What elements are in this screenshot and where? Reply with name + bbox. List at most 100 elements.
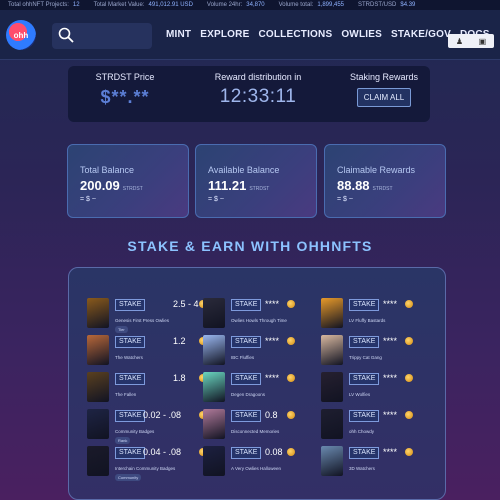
collection-thumbnail[interactable] [203, 446, 225, 476]
stake-button[interactable]: STAKE [115, 447, 146, 459]
ticker-strdst-usd: STRDST/USD $4.39 [358, 2, 416, 8]
reward-rate: **** [383, 336, 398, 346]
collection-name: The Watchers [115, 355, 143, 360]
nav-explore[interactable]: EXPLORE [200, 29, 249, 40]
main-nav: MINT EXPLORE COLLECTIONS OWLIES STAKE/GO… [166, 29, 490, 40]
market-ticker: Total ohhNFT Projects: 12 Total Market Va… [0, 0, 500, 10]
reward-rate: **** [265, 336, 280, 346]
collection-tag-select[interactable]: Rank [115, 437, 131, 444]
collection-name: Owlies Howls Through Time [231, 318, 287, 323]
collection-item: STAKE **** Owlies Howls Through Time [203, 298, 315, 334]
stake-button[interactable]: STAKE [231, 336, 262, 348]
claim-all-button[interactable]: CLAIM ALL [356, 88, 412, 107]
account-controls: ♟ ▣ [448, 34, 494, 48]
reward-rate: 0.04 - .08 [143, 447, 182, 457]
claimable-rewards-card: Claimable Rewards 88.88 STRDST = $ ~ [324, 144, 446, 218]
card-title: Claimable Rewards [337, 165, 416, 175]
collection-item: STAKE **** LV Wolfies [321, 372, 433, 408]
stake-button[interactable]: STAKE [115, 373, 146, 385]
collection-item: STAKE **** Degen Dragoons [203, 372, 315, 408]
strdst-coin-icon [405, 300, 413, 308]
stake-button[interactable]: STAKE [349, 336, 380, 348]
collection-thumbnail[interactable] [321, 446, 343, 476]
reward-distribution-label: Reward distribution in [214, 72, 302, 82]
reward-rate: 0.8 [265, 410, 278, 420]
collection-thumbnail[interactable] [321, 298, 343, 328]
strdst-coin-icon [405, 411, 413, 419]
collections-panel: STAKE 2.5 - 4 Genesis First Press Owlies Ti… [68, 267, 446, 500]
collection-name: LV Fluffy Bastards [349, 318, 386, 323]
available-balance-card: Available Balance 111.21 STRDST = $ ~ [195, 144, 317, 218]
collection-name: Community Badges [115, 429, 155, 434]
card-usd: = $ ~ [337, 196, 353, 203]
reward-countdown: 12:33:11 [219, 86, 297, 107]
collection-tag-select[interactable]: Community [115, 474, 142, 481]
collection-name: Degen Dragoons [231, 392, 266, 397]
ticker-projects: Total ohhNFT Projects: 12 [8, 2, 80, 8]
collection-thumbnail[interactable] [87, 372, 109, 402]
collection-thumbnail[interactable] [87, 409, 109, 439]
stake-button[interactable]: STAKE [231, 410, 262, 422]
collection-thumbnail[interactable] [321, 335, 343, 365]
lock-icon[interactable]: ▣ [479, 37, 487, 46]
user-icon[interactable]: ♟ [456, 37, 463, 46]
strdst-price-value: $**.** [100, 87, 150, 107]
collection-thumbnail[interactable] [321, 409, 343, 439]
search-icon[interactable] [58, 27, 74, 43]
collection-name: Interchain Community Badges [115, 466, 176, 471]
collection-thumbnail[interactable] [203, 409, 225, 439]
collection-thumbnail[interactable] [321, 372, 343, 402]
collection-name: A Very Owlies Halloween [231, 466, 282, 471]
collection-tag-select[interactable]: Tier [115, 326, 128, 333]
collection-thumbnail[interactable] [203, 335, 225, 365]
reward-rate: **** [383, 410, 398, 420]
stake-button[interactable]: STAKE [349, 299, 380, 311]
strdst-coin-icon [287, 337, 295, 345]
collection-name: IBC Fluffies [231, 355, 255, 360]
total-balance-card: Total Balance 200.09 STRDST = $ ~ [67, 144, 189, 218]
nav-owlies[interactable]: OWLIES [341, 29, 382, 40]
reward-rate: 1.2 [173, 336, 186, 346]
nav-stake-gov[interactable]: STAKE/GOV [391, 29, 451, 40]
collection-thumbnail[interactable] [87, 446, 109, 476]
card-amount: 200.09 STRDST [80, 178, 143, 193]
collection-item: STAKE **** Trippy Cat Gang [321, 335, 433, 371]
search-box[interactable] [52, 23, 152, 49]
strdst-coin-icon [405, 448, 413, 456]
staking-summary: STRDST Price $**.** Reward distribution … [68, 66, 430, 122]
collection-item: STAKE 0.8 Disconnected Memories [203, 409, 315, 445]
collection-item: STAKE 0.08 A Very Owlies Halloween [203, 446, 315, 482]
reward-rate: 2.5 - 4 [173, 299, 199, 309]
stake-button[interactable]: STAKE [349, 373, 380, 385]
stake-button[interactable]: STAKE [349, 410, 380, 422]
collection-thumbnail[interactable] [87, 298, 109, 328]
collection-name: Genesis First Press Owlies [115, 318, 170, 323]
nav-collections[interactable]: COLLECTIONS [258, 29, 332, 40]
stake-button[interactable]: STAKE [115, 299, 146, 311]
strdst-coin-icon [405, 374, 413, 382]
stake-button[interactable]: STAKE [115, 336, 146, 348]
collection-item: STAKE **** 3D Watchers [321, 446, 433, 482]
top-header: ohh MINT EXPLORE COLLECTIONS OWLIES STAK… [0, 10, 500, 60]
section-title: STAKE & EARN WITH OHHNFTS [127, 238, 373, 254]
reward-rate: **** [383, 299, 398, 309]
stake-button[interactable]: STAKE [349, 447, 380, 459]
stake-button[interactable]: STAKE [231, 447, 262, 459]
stake-button[interactable]: STAKE [115, 410, 146, 422]
strdst-price-label: STRDST Price [95, 72, 155, 82]
card-usd: = $ ~ [208, 196, 224, 203]
ohh-logo[interactable]: ohh [6, 20, 36, 50]
reward-distribution: Reward distribution in 12:33:11 [198, 72, 318, 108]
collection-thumbnail[interactable] [203, 298, 225, 328]
reward-rate: 1.8 [173, 373, 186, 383]
nav-mint[interactable]: MINT [166, 29, 191, 40]
collection-thumbnail[interactable] [87, 335, 109, 365]
collection-thumbnail[interactable] [203, 372, 225, 402]
ticker-volume-total: Volume total: 1,899,455 [278, 2, 345, 8]
collection-name: The Fallen [115, 392, 137, 397]
stake-button[interactable]: STAKE [231, 299, 262, 311]
collection-item: STAKE **** ohh Chowdy [321, 409, 433, 445]
stake-button[interactable]: STAKE [231, 373, 262, 385]
strdst-coin-icon [405, 337, 413, 345]
collection-item: STAKE 0.02 - .08 Community Badges Rank [87, 409, 207, 445]
